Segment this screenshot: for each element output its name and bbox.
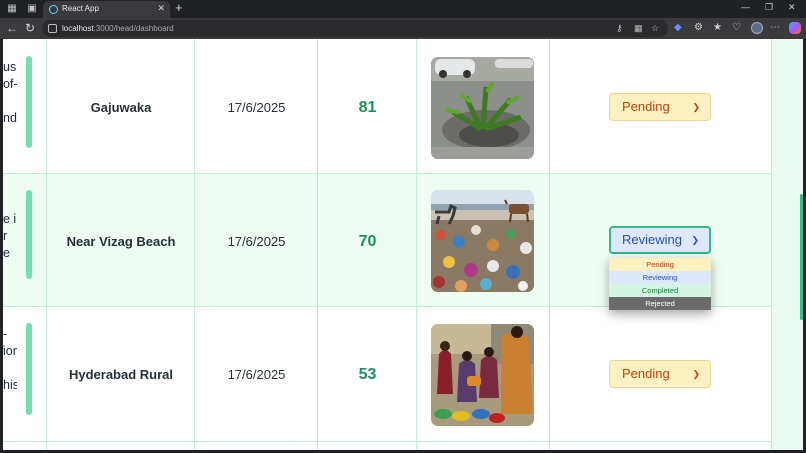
- table-row: - ion his Hyderabad Rural 17/6/2025 53 P…: [3, 307, 771, 442]
- back-icon[interactable]: ←: [6, 21, 18, 35]
- description-text: e inre: [3, 212, 17, 260]
- react-favicon-icon: [49, 5, 58, 14]
- description-cell: - ion his: [3, 307, 47, 441]
- status-option-rejected[interactable]: Rejected: [609, 297, 711, 310]
- extension-icon[interactable]: ◆: [674, 22, 682, 34]
- more-menu-icon[interactable]: ⋯: [770, 22, 780, 34]
- status-option-reviewing[interactable]: Reviewing: [609, 271, 711, 284]
- status-dropdown-menu: Pending Reviewing Completed Rejected: [609, 258, 711, 310]
- apps-icon[interactable]: ▦: [634, 23, 643, 34]
- browser-toolbar: ← ↻ localhost:3000/head/dashboard ⚷ ▦ ☆ …: [0, 18, 806, 39]
- tab-actions-icon[interactable]: ▣: [26, 3, 38, 15]
- key-icon[interactable]: ⚷: [616, 23, 623, 34]
- chevron-down-icon: ❯: [692, 102, 700, 112]
- page-side-gutter: [771, 39, 803, 450]
- location-text: Hyderabad Rural: [68, 367, 174, 382]
- status-select[interactable]: Pending ❯: [609, 93, 711, 121]
- date-text: 17/6/2025: [227, 100, 286, 115]
- chevron-down-icon: ❯: [692, 369, 700, 379]
- favorite-star-icon[interactable]: ☆: [651, 23, 659, 34]
- tab-title: React App: [62, 4, 99, 13]
- reports-table: us of- nd Gajuwaka 17/6/2025 81 Pending …: [3, 39, 771, 450]
- status-option-pending[interactable]: Pending: [609, 258, 711, 271]
- priority-accent-bar: [26, 190, 32, 279]
- address-bar[interactable]: localhost:3000/head/dashboard ⚷ ▦ ☆: [42, 20, 668, 37]
- description-cell: [3, 442, 47, 450]
- report-image[interactable]: [431, 324, 534, 426]
- score-text: 81: [358, 99, 377, 116]
- site-info-icon[interactable]: [48, 24, 57, 33]
- image-cell: [417, 442, 550, 450]
- status-select[interactable]: Reviewing ❯: [609, 226, 711, 254]
- workspaces-icon[interactable]: ▦: [6, 3, 18, 15]
- url-text: localhost:3000/head/dashboard: [62, 24, 174, 33]
- refresh-icon[interactable]: ↻: [25, 21, 35, 35]
- browser-titlebar: ▦ ▣ React App ✕ + — ❐ ✕: [0, 0, 806, 18]
- status-option-completed[interactable]: Completed: [609, 284, 711, 297]
- extensions-puzzle-icon[interactable]: ⚙: [694, 22, 703, 34]
- score-cell: [318, 442, 417, 450]
- description-cell: e inre: [3, 174, 47, 306]
- priority-accent-bar: [26, 56, 32, 148]
- report-image[interactable]: [431, 57, 534, 159]
- report-image[interactable]: [431, 190, 534, 292]
- collections-icon[interactable]: ♡: [732, 22, 741, 34]
- page-viewport: us of- nd Gajuwaka 17/6/2025 81 Pending …: [3, 39, 803, 450]
- tab-close-icon[interactable]: ✕: [157, 3, 165, 14]
- description-cell: us of- nd: [3, 39, 47, 173]
- favorites-icon[interactable]: ★: [713, 22, 722, 34]
- score-text: 53: [358, 366, 377, 383]
- priority-accent-bar: [26, 323, 32, 415]
- description-text: us of- nd: [3, 60, 17, 125]
- minimize-icon[interactable]: —: [741, 2, 750, 12]
- date-text: 17/6/2025: [227, 367, 286, 382]
- location-text: Gajuwaka: [90, 100, 152, 115]
- copilot-icon[interactable]: [789, 22, 801, 34]
- chevron-down-icon: ❯: [691, 235, 699, 245]
- location-cell: [47, 442, 195, 450]
- location-text: Near Vizag Beach: [66, 234, 176, 249]
- restore-icon[interactable]: ❐: [765, 2, 773, 13]
- browser-tab[interactable]: React App ✕: [43, 1, 170, 18]
- page-scrollbar[interactable]: [800, 194, 803, 320]
- score-text: 70: [358, 233, 377, 250]
- date-text: 17/6/2025: [227, 234, 286, 249]
- table-row: us of- nd Gajuwaka 17/6/2025 81 Pending …: [3, 39, 771, 174]
- status-select[interactable]: Pending ❯: [609, 360, 711, 388]
- description-text: - ion his: [3, 327, 17, 392]
- profile-avatar[interactable]: [751, 22, 763, 34]
- new-tab-icon[interactable]: +: [175, 1, 183, 15]
- date-cell: [195, 442, 318, 450]
- window-close-icon[interactable]: ✕: [788, 2, 796, 13]
- table-row: [3, 442, 771, 450]
